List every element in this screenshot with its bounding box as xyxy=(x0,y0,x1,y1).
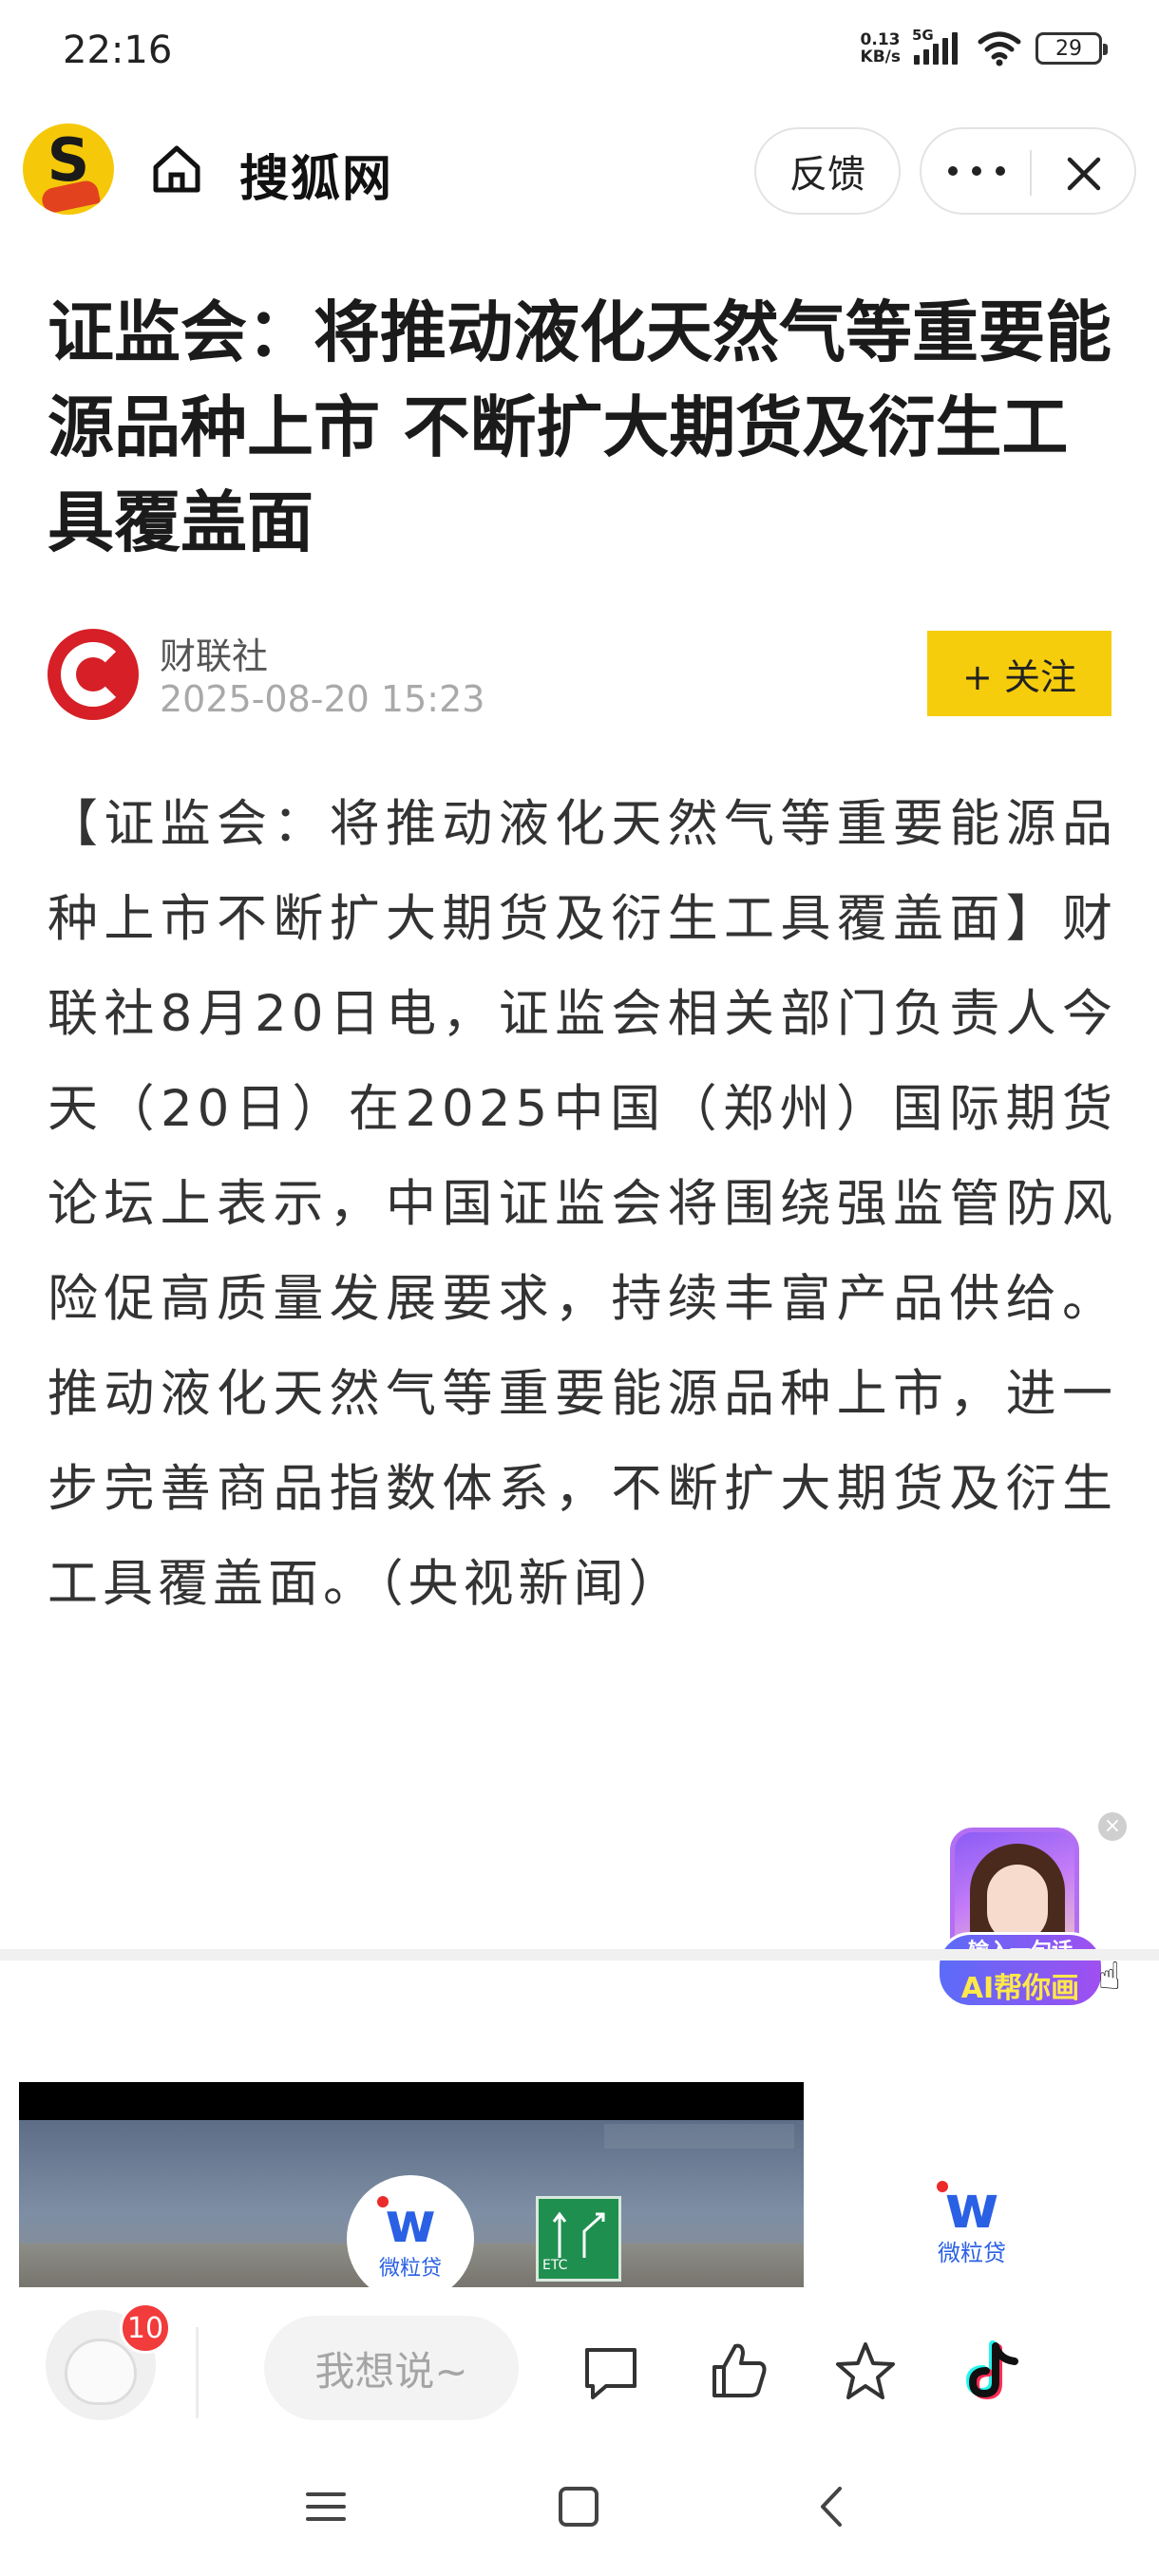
follow-button[interactable]: + 关注 xyxy=(927,631,1112,716)
like-icon[interactable] xyxy=(705,2339,771,2405)
pointer-hand-icon: ☝ xyxy=(1097,1955,1121,1998)
status-icons: 0.13 KB/s 5G 29 xyxy=(860,27,1108,66)
feedback-button[interactable]: 反馈 xyxy=(754,127,901,215)
battery-icon: 29 xyxy=(1036,32,1108,65)
road-sign: ETC xyxy=(536,2196,621,2282)
comment-icon[interactable] xyxy=(578,2339,644,2405)
article-title: 证监会：将推动液化天然气等重要能源品种上市 不断扩大期货及衍生工具覆盖面 xyxy=(48,294,1112,561)
star-icon[interactable] xyxy=(832,2339,899,2405)
battery-level: 29 xyxy=(1055,36,1082,61)
author-name[interactable]: 财联社 xyxy=(160,627,268,679)
status-time: 22:16 xyxy=(63,28,173,72)
site-name[interactable]: 搜狐网 xyxy=(239,139,393,210)
author-row: 财联社 2025-08-20 15:23 + 关注 xyxy=(48,627,1112,722)
bottom-action-bar: 10 我想说~ xyxy=(0,2287,1159,2449)
section-divider xyxy=(0,1949,1159,1960)
ai-widget-close-icon[interactable]: × xyxy=(1098,1812,1127,1841)
wifi-icon xyxy=(978,31,1021,66)
sohu-logo[interactable]: S xyxy=(23,123,114,215)
ad-brand-name: 微粒贷 xyxy=(378,2257,442,2281)
bar-divider xyxy=(196,2327,199,2418)
signal-icon: 5G xyxy=(912,27,963,65)
menu-icon[interactable] xyxy=(302,2483,350,2530)
status-bar: 22:16 0.13 KB/s 5G 29 xyxy=(0,0,1159,104)
close-icon[interactable] xyxy=(1060,150,1108,198)
article-body: 【证监会：将推动液化天然气等重要能源品种上市不断扩大期货及衍生工具覆盖面】财联社… xyxy=(48,795,1117,1613)
tiktok-icon[interactable] xyxy=(961,2339,1028,2405)
more-icon[interactable] xyxy=(948,152,1005,190)
ad-brand-logo[interactable]: w 微粒贷 xyxy=(347,2175,474,2302)
publish-date: 2025-08-20 15:23 xyxy=(160,678,485,720)
capsule-divider xyxy=(1030,150,1032,196)
ai-widget-label[interactable]: 输入一句话 AI帮你画 xyxy=(937,1932,1104,2008)
back-icon[interactable] xyxy=(809,2483,857,2530)
system-nav-bar xyxy=(0,2449,1159,2576)
author-avatar[interactable] xyxy=(48,629,139,720)
notification-badge: 10 xyxy=(120,2302,171,2354)
ai-draw-widget[interactable]: 输入一句话 AI帮你画 × ☝ xyxy=(937,1812,1127,2012)
header: S 搜狐网 反馈 xyxy=(0,114,1159,228)
home-icon[interactable] xyxy=(148,141,205,198)
brand-w-icon: w xyxy=(377,2190,436,2255)
network-speed: 0.13 KB/s xyxy=(860,30,901,66)
menu-capsule xyxy=(920,127,1136,215)
comment-input[interactable]: 我想说~ xyxy=(264,2316,519,2420)
ad-brand-logo-small[interactable]: w 微粒贷 xyxy=(927,2172,1016,2267)
home-square-icon[interactable] xyxy=(555,2483,602,2530)
brand-w-icon-small: w xyxy=(937,2172,999,2242)
